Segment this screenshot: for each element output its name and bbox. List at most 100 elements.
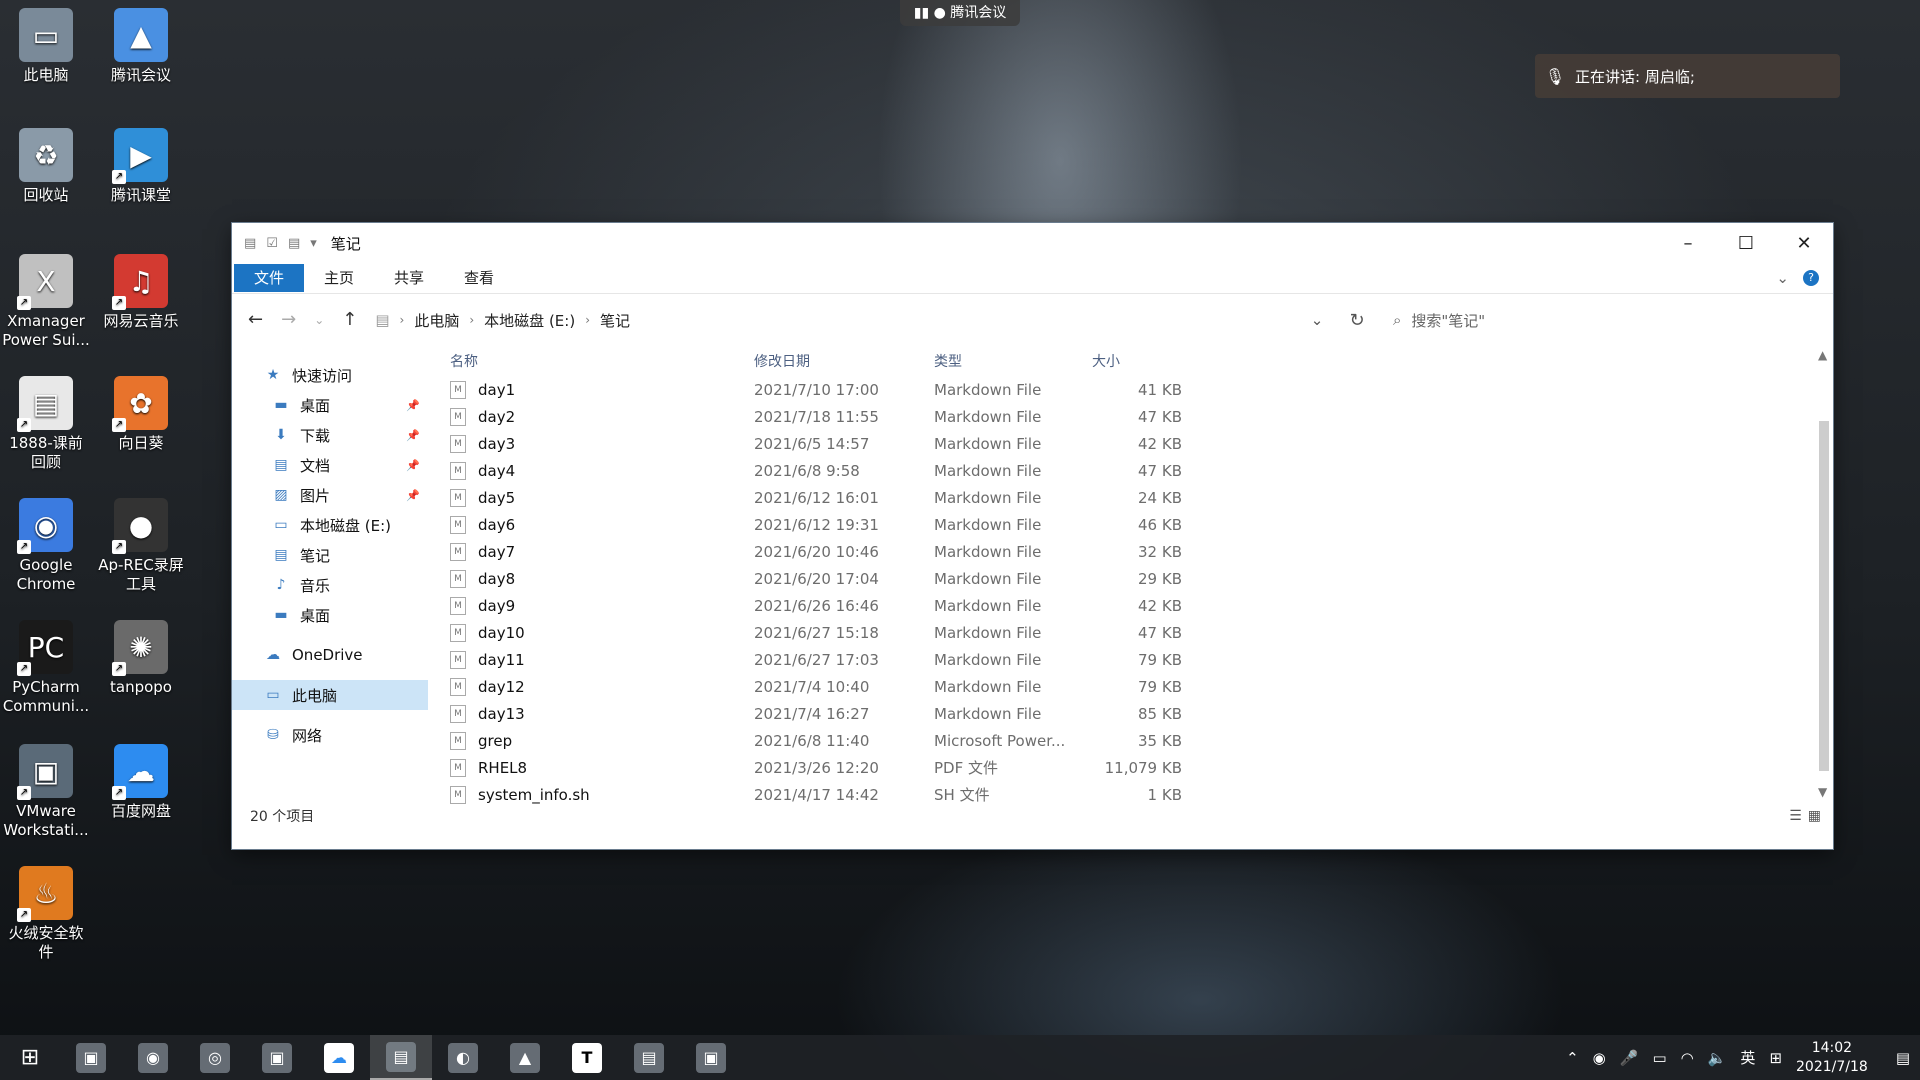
column-size[interactable]: 大小 [1082, 351, 1192, 371]
tab-share[interactable]: 共享 [374, 264, 444, 292]
notifications-icon[interactable]: ▤ [1896, 1049, 1910, 1067]
chevron-right-icon[interactable]: › [400, 313, 405, 327]
pin-icon[interactable]: 📌 [406, 459, 420, 472]
table-row[interactable]: Mday9 2021/6/26 16:46 Markdown File 42 KB [428, 592, 1833, 619]
wifi-icon[interactable]: ◠ [1681, 1049, 1694, 1067]
table-row[interactable]: Mday1 2021/7/10 17:00 Markdown File 41 KB [428, 376, 1833, 403]
taskbar-app[interactable]: ▣ [246, 1035, 308, 1080]
nav-this-pc[interactable]: ▭ 此电脑 [232, 680, 428, 710]
taskbar-app[interactable]: ▤ [618, 1035, 680, 1080]
vertical-scrollbar[interactable]: ▲ ▼ [1815, 346, 1833, 801]
details-view-icon[interactable]: ☰ [1789, 808, 1802, 824]
search-input[interactable]: ⌕ 搜索"笔记" [1377, 310, 1833, 331]
nav-item[interactable]: ▬ 桌面 [232, 600, 428, 630]
nav-item[interactable]: ▨ 图片 📌 [232, 480, 428, 510]
table-row[interactable]: Mday4 2021/6/8 9:58 Markdown File 47 KB [428, 457, 1833, 484]
taskbar-app[interactable]: ☁ [308, 1035, 370, 1080]
taskbar-app[interactable]: ▣ [60, 1035, 122, 1080]
table-row[interactable]: Mday3 2021/6/5 14:57 Markdown File 42 KB [428, 430, 1833, 457]
forward-button[interactable]: → [281, 309, 296, 331]
table-row[interactable]: Mday8 2021/6/20 17:04 Markdown File 29 KB [428, 565, 1833, 592]
windows-start-icon[interactable]: ⊞ [0, 1045, 60, 1070]
large-icons-view-icon[interactable]: ▦ [1808, 808, 1821, 824]
expand-ribbon-icon[interactable]: ⌄ [1776, 269, 1789, 287]
nav-network[interactable]: ⛁ 网络 [232, 720, 428, 750]
microphone-icon[interactable]: 🎤 [1620, 1049, 1639, 1067]
table-row[interactable]: Mday13 2021/7/4 16:27 Markdown File 85 KB [428, 700, 1833, 727]
nav-item[interactable]: ▬ 桌面 📌 [232, 390, 428, 420]
customize-toolbar-icon[interactable]: ▾ [310, 236, 317, 251]
desktop-icon[interactable]: ▣ ↗ VMware Workstati... [2, 744, 90, 840]
nav-quick-access[interactable]: ★ 快速访问 [232, 360, 428, 390]
battery-icon[interactable]: ▭ [1652, 1049, 1666, 1067]
desktop-icon[interactable]: ♨ ↗ 火绒安全软件 [2, 866, 90, 962]
tab-view[interactable]: 查看 [444, 264, 514, 292]
breadcrumb-drive[interactable]: 本地磁盘 (E:) [484, 310, 575, 331]
folder-icon[interactable]: ▤ [244, 236, 256, 251]
tab-home[interactable]: 主页 [304, 264, 374, 292]
pin-icon[interactable]: 📌 [406, 399, 420, 412]
pin-icon[interactable]: 📌 [406, 489, 420, 502]
address-dropdown-icon[interactable]: ⌄ [1297, 311, 1337, 329]
taskbar-app[interactable]: ◎ [184, 1035, 246, 1080]
desktop-icon[interactable]: X ↗ Xmanager Power Sui... [2, 254, 90, 350]
desktop-icon[interactable]: ▤ ↗ 1888-课前回顾 [2, 376, 90, 472]
desktop-icon[interactable]: ▲ 腾讯会议 [97, 8, 185, 85]
breadcrumb-this-pc[interactable]: 此电脑 [414, 310, 459, 331]
desktop-icon[interactable]: ✿ ↗ 向日葵 [97, 376, 185, 453]
tray-app-icon[interactable]: ◉ [1593, 1049, 1606, 1067]
desktop-icon[interactable]: ✺ ↗ tanpopo [97, 620, 185, 697]
table-row[interactable]: M RHEL8 2021/3/26 12:20 PDF 文件 11,079 KB [428, 754, 1833, 781]
desktop-icon[interactable]: PC ↗ PyCharm Communi... [2, 620, 90, 716]
new-folder-icon[interactable]: ▤ [288, 236, 300, 251]
up-button[interactable]: ↑ [342, 309, 357, 331]
table-row[interactable]: Mgrep 2021/6/8 11:40 Microsoft Power... 35 … [428, 727, 1833, 754]
column-name[interactable]: 名称 [428, 351, 754, 371]
minimize-button[interactable]: – [1659, 233, 1717, 254]
table-row[interactable]: Mday5 2021/6/12 16:01 Markdown File 24 KB [428, 484, 1833, 511]
scroll-down-icon[interactable]: ▼ [1818, 785, 1827, 799]
taskbar-app[interactable]: ◐ [432, 1035, 494, 1080]
desktop-icon[interactable]: ☁ ↗ 百度网盘 [97, 744, 185, 821]
nav-item[interactable]: ▤ 笔记 [232, 540, 428, 570]
pin-icon[interactable]: 📌 [406, 429, 420, 442]
taskbar-app[interactable]: ◉ [122, 1035, 184, 1080]
table-row[interactable]: Mday7 2021/6/20 10:46 Markdown File 32 KB [428, 538, 1833, 565]
chevron-right-icon[interactable]: › [469, 313, 474, 327]
desktop-icon[interactable]: ▶ ↗ 腾讯课堂 [97, 128, 185, 205]
taskbar-app[interactable]: ▣ [680, 1035, 742, 1080]
recent-locations-icon[interactable]: ⌄ [314, 309, 324, 331]
scrollbar-thumb[interactable] [1819, 421, 1829, 771]
column-date[interactable]: 修改日期 [754, 351, 934, 371]
taskbar-app[interactable]: T [556, 1035, 618, 1080]
ime-indicator[interactable]: 英 [1740, 1047, 1755, 1068]
taskbar-app[interactable]: ▲ [494, 1035, 556, 1080]
ime-grid-icon[interactable]: ⊞ [1769, 1049, 1782, 1067]
back-button[interactable]: ← [248, 309, 263, 331]
table-row[interactable]: Msystem_info.sh 2021/4/17 14:42 SH 文件 1 KB [428, 781, 1833, 808]
taskbar-app[interactable]: ▤ [370, 1035, 432, 1080]
desktop-icon[interactable]: ● ↗ Ap-REC录屏工具 [97, 498, 185, 594]
nav-onedrive[interactable]: ☁ OneDrive [232, 640, 428, 670]
chevron-right-icon[interactable]: › [585, 313, 590, 327]
breadcrumb[interactable]: ▤ › 此电脑 › 本地磁盘 (E:) › 笔记 [375, 310, 630, 331]
breadcrumb-folder[interactable]: 笔记 [600, 310, 630, 331]
close-button[interactable]: ✕ [1775, 233, 1833, 254]
tab-file[interactable]: 文件 [234, 264, 305, 292]
desktop-icon[interactable]: ◉ ↗ Google Chrome [2, 498, 90, 594]
meeting-indicator[interactable]: ▮▮ ● 腾讯会议 [900, 0, 1020, 26]
nav-item[interactable]: ▭ 本地磁盘 (E:) [232, 510, 428, 540]
table-row[interactable]: Mday6 2021/6/12 19:31 Markdown File 46 KB [428, 511, 1833, 538]
desktop-icon[interactable]: ♫ ↗ 网易云音乐 [97, 254, 185, 331]
refresh-icon[interactable]: ↻ [1337, 310, 1377, 331]
table-row[interactable]: Mday2 2021/7/18 11:55 Markdown File 47 KB [428, 403, 1833, 430]
table-row[interactable]: Mday10 2021/6/27 15:18 Markdown File 47 KB [428, 619, 1833, 646]
show-hidden-icons-icon[interactable]: ⌃ [1566, 1049, 1579, 1067]
clock[interactable]: 14:02 2021/7/18 [1796, 1039, 1868, 1077]
nav-item[interactable]: ▤ 文档 📌 [232, 450, 428, 480]
maximize-button[interactable]: ☐ [1717, 233, 1775, 254]
column-type[interactable]: 类型 [934, 351, 1082, 371]
volume-icon[interactable]: 🔈 [1708, 1049, 1727, 1067]
desktop-icon[interactable]: ▭ 此电脑 [2, 8, 90, 85]
help-icon[interactable]: ? [1803, 270, 1819, 286]
